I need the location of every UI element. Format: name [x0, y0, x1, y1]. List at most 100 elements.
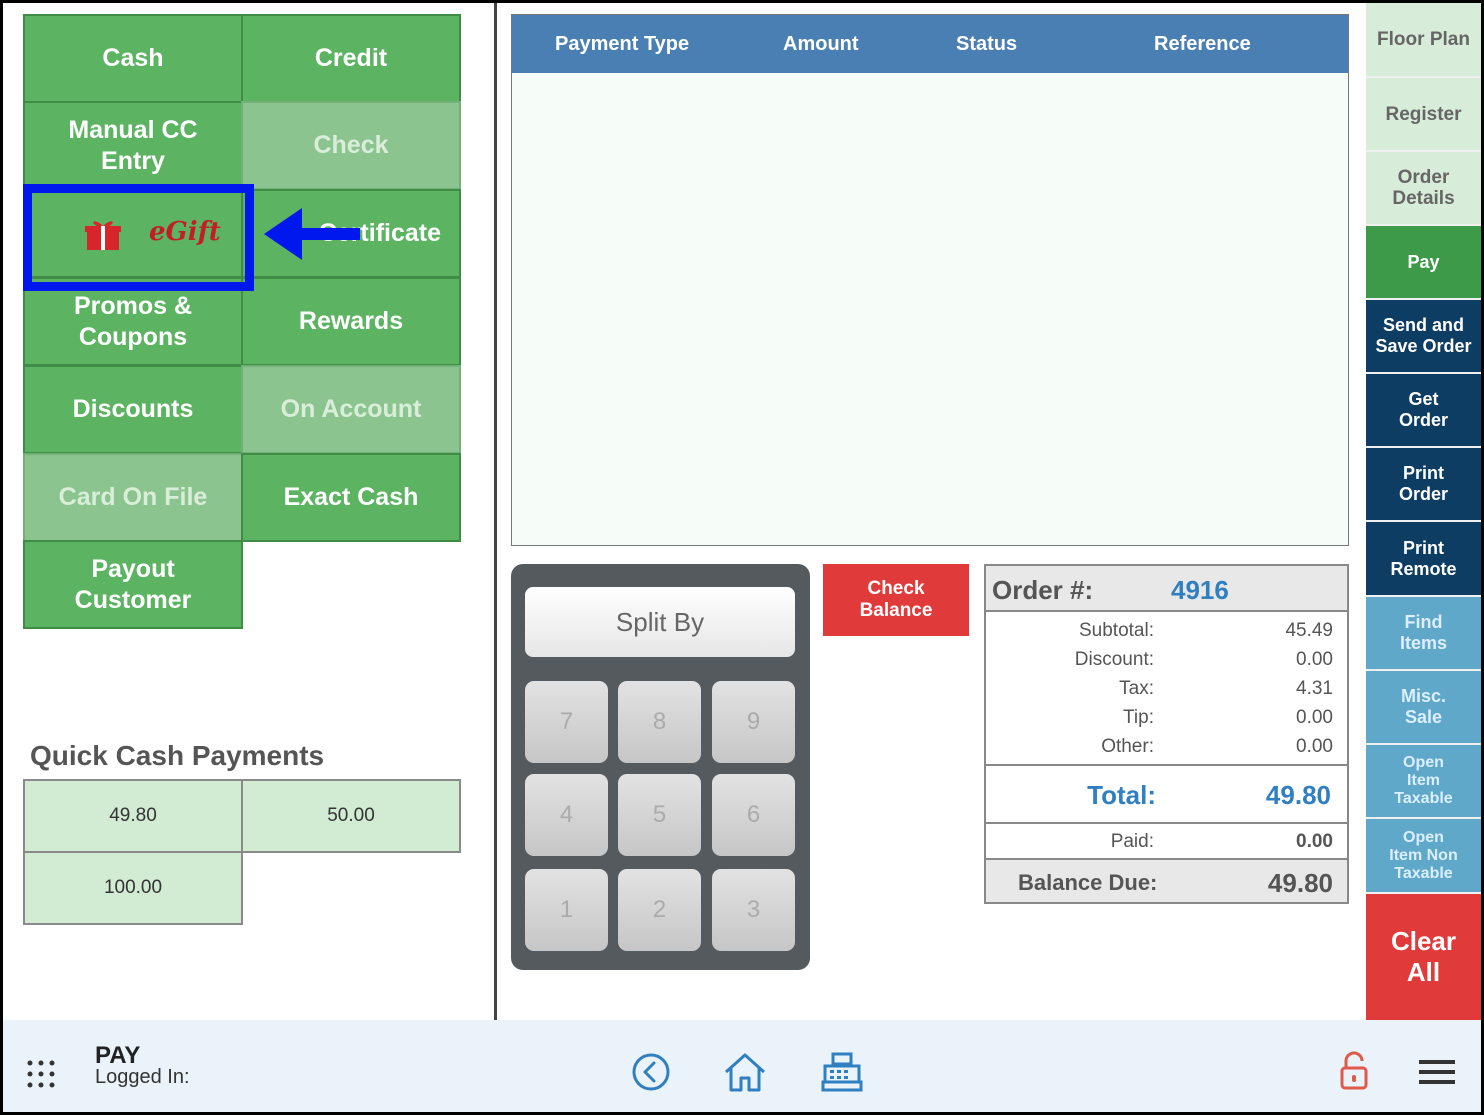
cash-button[interactable]: Cash: [23, 14, 243, 103]
register-button[interactable]: Register: [1366, 78, 1481, 152]
total-label: Total:: [1087, 780, 1156, 810]
hamburger-menu-icon[interactable]: [1419, 1058, 1455, 1086]
tip-value: 0.00: [1296, 707, 1333, 728]
print-order-button[interactable]: Print Order: [1366, 448, 1481, 522]
key-7[interactable]: 7: [525, 681, 608, 763]
open-nontaxable-label-3: Taxable: [1394, 864, 1453, 882]
pay-button[interactable]: Pay: [1366, 226, 1481, 300]
card-on-file-button[interactable]: Card On File: [23, 453, 243, 542]
order-summary: Order #: 4916 Subtotal: 45.49 Discount: 0.…: [984, 564, 1349, 904]
print-order-label-2: Order: [1398, 484, 1449, 504]
apps-grid-icon[interactable]: [27, 1060, 55, 1088]
exact-cash-label: Exact Cash: [283, 483, 419, 511]
subtotal-label: Subtotal:: [1079, 620, 1154, 641]
key-4[interactable]: 4: [525, 774, 608, 856]
quick-cash-button-3[interactable]: 100.00: [23, 851, 243, 925]
check-balance-button[interactable]: Check Balance: [823, 564, 969, 636]
on-account-button[interactable]: On Account: [241, 365, 461, 454]
open-item-taxable-button[interactable]: Open Item Taxable: [1366, 745, 1481, 819]
manual-cc-label-1: Manual CC: [68, 115, 198, 144]
print-remote-label-2: Remote: [1390, 558, 1457, 579]
order-number-header: Order #: 4916: [986, 566, 1347, 612]
tip-label: Tip:: [1123, 707, 1154, 728]
quick-cash-button-1[interactable]: 49.80: [23, 779, 243, 853]
on-account-label: On Account: [280, 395, 422, 423]
key-1[interactable]: 1: [525, 869, 608, 951]
discount-label: Discount:: [1074, 649, 1154, 670]
home-icon[interactable]: [723, 1052, 767, 1092]
key-6[interactable]: 6: [712, 774, 795, 856]
manual-cc-label-2: Entry: [101, 146, 165, 175]
find-items-label-2: Items: [1399, 633, 1448, 653]
credit-label: Credit: [314, 44, 388, 72]
open-nontaxable-label-2: Item Non: [1389, 846, 1458, 864]
find-items-label-1: Find: [1404, 612, 1443, 632]
certificate-label: Certificate: [318, 219, 441, 247]
gift-certificate-button[interactable]: Certificate: [241, 189, 461, 278]
keypad-panel: Split By 7 8 9 4 5 6 1 2 3: [511, 564, 810, 970]
paid-value: 0.00: [1296, 831, 1333, 852]
get-order-label-2: Order: [1398, 410, 1449, 430]
tax-label: Tax:: [1119, 678, 1154, 699]
check-button[interactable]: Check: [241, 101, 461, 190]
balance-due-value: 49.80: [1267, 868, 1333, 898]
send-and-save-order-button[interactable]: Send and Save Order: [1366, 300, 1481, 374]
payout-label-1: Payout: [91, 554, 175, 583]
key-8[interactable]: 8: [618, 681, 701, 763]
cash-register-icon[interactable]: [821, 1052, 863, 1092]
check-label: Check: [313, 131, 389, 159]
open-item-non-taxable-button[interactable]: Open Item Non Taxable: [1366, 819, 1481, 894]
logged-in-label: Logged In:: [95, 1066, 190, 1088]
print-remote-button[interactable]: Print Remote: [1366, 522, 1481, 597]
total-value: 49.80: [1265, 780, 1331, 810]
rewards-label: Rewards: [298, 307, 404, 335]
egift-button[interactable]: eGift: [23, 189, 243, 278]
open-nontaxable-label-1: Open: [1403, 828, 1444, 846]
misc-sale-label-1: Misc.: [1400, 686, 1447, 706]
subtotal-value: 45.49: [1285, 620, 1333, 641]
clear-all-button[interactable]: Clear All: [1366, 894, 1481, 1020]
quick-cash-button-2[interactable]: 50.00: [241, 779, 461, 853]
clear-all-label-1: Clear: [1390, 926, 1457, 956]
key-3[interactable]: 3: [712, 869, 795, 951]
manual-cc-entry-button[interactable]: Manual CC Entry: [23, 101, 243, 190]
payout-label-2: Customer: [74, 585, 192, 614]
find-items-button[interactable]: Find Items: [1366, 597, 1481, 671]
total-row: Total: 49.80: [986, 764, 1347, 824]
back-icon[interactable]: [631, 1052, 671, 1092]
exact-cash-button[interactable]: Exact Cash: [241, 453, 461, 542]
credit-button[interactable]: Credit: [241, 14, 461, 103]
send-save-label-2: Save Order: [1375, 336, 1472, 356]
discounts-button[interactable]: Discounts: [23, 365, 243, 454]
open-taxable-label-1: Open: [1403, 754, 1444, 771]
key-5[interactable]: 5: [618, 774, 701, 856]
pay-label: Pay: [1407, 251, 1440, 272]
footer-bar: PAY Logged In:: [3, 1020, 1481, 1112]
order-details-button[interactable]: Order Details: [1366, 152, 1481, 226]
balance-due-label: Balance Due:: [1018, 870, 1158, 895]
column-status: Status: [956, 33, 1018, 55]
other-value: 0.00: [1296, 736, 1333, 757]
print-remote-label-1: Print: [1402, 537, 1444, 558]
payments-table: Payment Type Amount Status Reference: [511, 14, 1349, 546]
key-2[interactable]: 2: [618, 869, 701, 951]
key-9[interactable]: 9: [712, 681, 795, 763]
misc-sale-label-2: Sale: [1404, 707, 1443, 727]
misc-sale-button[interactable]: Misc. Sale: [1366, 671, 1481, 745]
lock-icon[interactable]: [1339, 1050, 1369, 1092]
discounts-label: Discounts: [72, 395, 194, 423]
cash-label: Cash: [102, 44, 164, 72]
order-number: 4916: [1171, 575, 1229, 605]
order-details-label-1: Order: [1397, 167, 1450, 188]
floor-plan-button[interactable]: Floor Plan: [1366, 3, 1481, 78]
promos-coupons-button[interactable]: Promos & Coupons: [23, 277, 243, 366]
column-amount: Amount: [783, 33, 859, 55]
open-taxable-label-3: Taxable: [1394, 790, 1453, 807]
payout-customer-button[interactable]: Payout Customer: [23, 540, 243, 629]
get-order-button[interactable]: Get Order: [1366, 374, 1481, 448]
tax-value: 4.31: [1296, 678, 1333, 699]
balance-due-row: Balance Due: 49.80: [986, 858, 1347, 902]
order-number-label: Order #:: [992, 575, 1094, 605]
split-by-button[interactable]: Split By: [525, 587, 795, 657]
rewards-button[interactable]: Rewards: [241, 277, 461, 366]
